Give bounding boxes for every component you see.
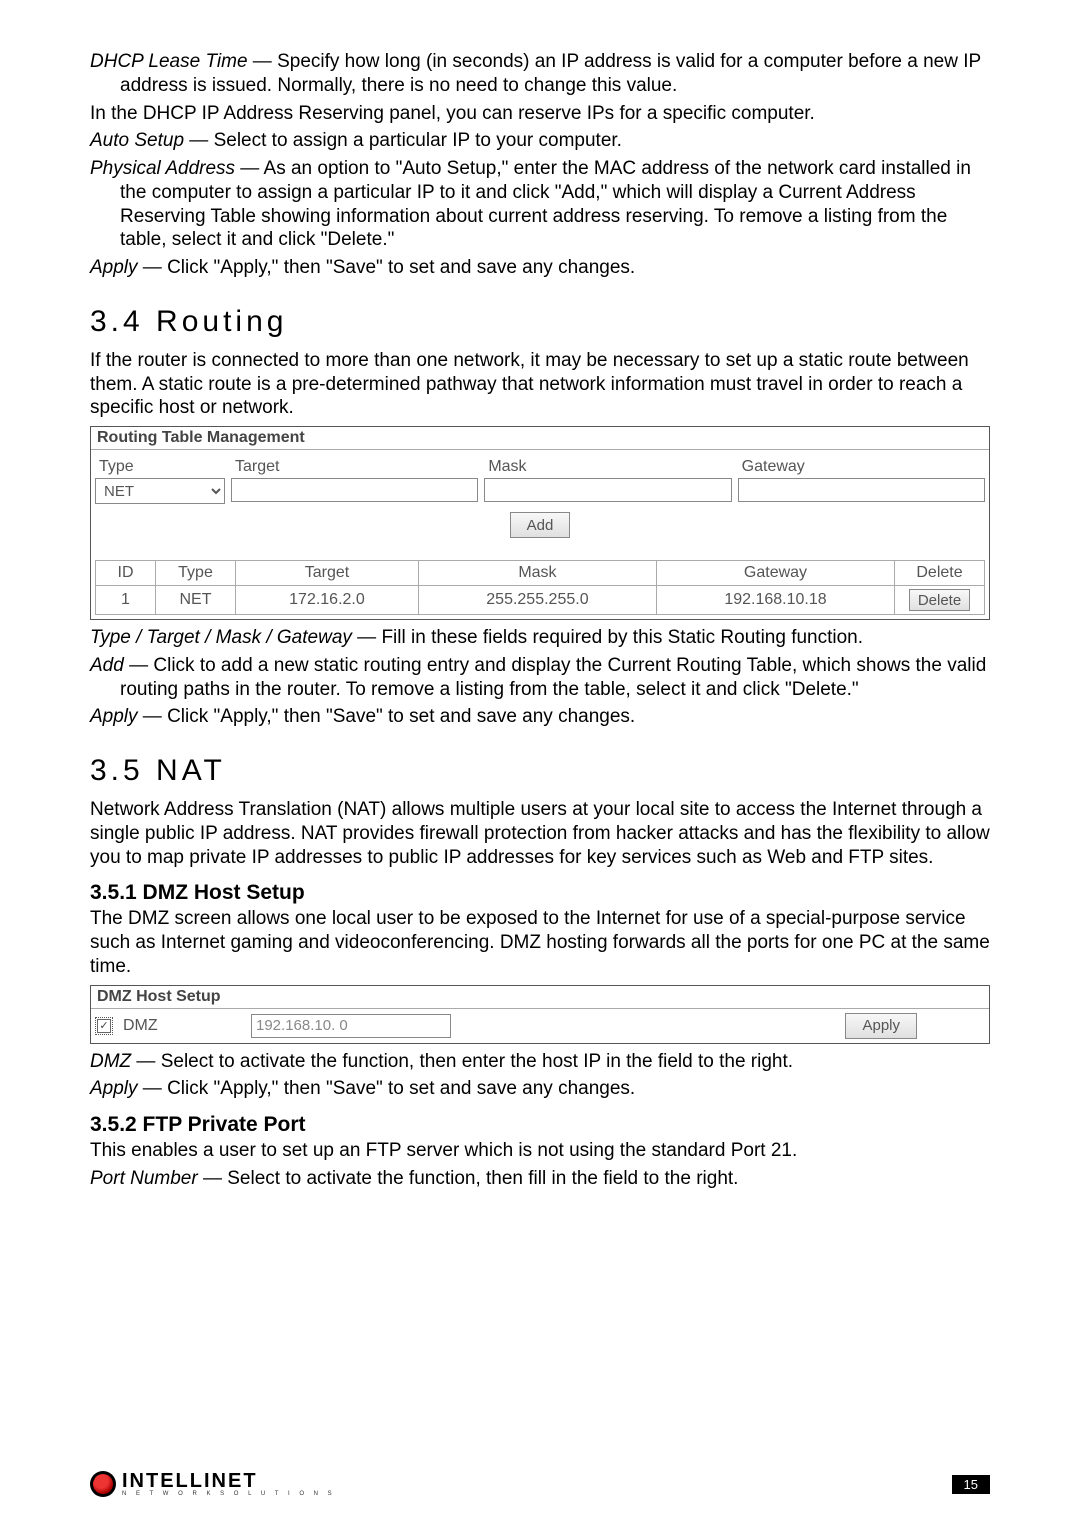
dmz-apply-label: Apply: [90, 1078, 138, 1099]
logo-mark-icon: [90, 1471, 116, 1497]
delete-button[interactable]: Delete: [909, 589, 970, 611]
th-type: Type: [156, 561, 236, 586]
mask-input[interactable]: [484, 478, 731, 502]
cell-type: NET: [156, 586, 236, 615]
routing-types-label: Type / Target / Mask / Gateway: [90, 627, 352, 648]
routing-panel: Routing Table Management Type NET Target…: [90, 426, 990, 620]
dmz-checkbox[interactable]: ✓: [95, 1017, 113, 1035]
dhcp-lease-def: DHCP Lease Time — Specify how long (in s…: [90, 50, 990, 98]
brand-tagline: N E T W O R K S O L U T I O N S: [122, 1491, 336, 1497]
brand-name: INTELLINET: [122, 1471, 336, 1491]
dmz-ip-input[interactable]: [251, 1014, 451, 1038]
mask-label: Mask: [484, 456, 731, 478]
auto-setup-label: Auto Setup: [90, 130, 184, 151]
add-button[interactable]: Add: [510, 512, 571, 538]
page-footer: INTELLINET N E T W O R K S O L U T I O N…: [90, 1471, 990, 1497]
routing-heading: 3.4 Routing: [90, 305, 990, 339]
ftp-heading: 3.5.2 FTP Private Port: [90, 1113, 990, 1137]
type-select[interactable]: NET: [95, 478, 225, 504]
routing-types-text: — Fill in these fields required by this …: [352, 627, 863, 648]
reserving-intro: In the DHCP IP Address Reserving panel, …: [90, 102, 990, 126]
dmz-apply-def: Apply — Click "Apply," then "Save" to se…: [90, 1077, 990, 1101]
nat-heading: 3.5 NAT: [90, 754, 990, 788]
physical-address-text: — As an option to "Auto Setup," enter th…: [120, 158, 971, 250]
th-target: Target: [236, 561, 419, 586]
dmz-checkbox-label: DMZ: [123, 1017, 243, 1035]
gateway-input[interactable]: [738, 478, 985, 502]
routing-add-label: Add: [90, 655, 124, 676]
dmz-def: DMZ — Select to activate the function, t…: [90, 1050, 990, 1074]
routing-add-def: Add — Click to add a new static routing …: [90, 654, 990, 702]
apply-def-1: Apply — Click "Apply," then "Save" to se…: [90, 256, 990, 280]
apply-label-1: Apply: [90, 257, 138, 278]
dmz-def-text: — Select to activate the function, then …: [131, 1051, 793, 1072]
dhcp-lease-label: DHCP Lease Time: [90, 51, 248, 72]
dmz-intro: The DMZ screen allows one local user to …: [90, 907, 990, 978]
dmz-heading: 3.5.1 DMZ Host Setup: [90, 881, 990, 905]
ftp-port-label: Port Number: [90, 1168, 198, 1189]
cell-id: 1: [96, 586, 156, 615]
physical-address-label: Physical Address: [90, 158, 235, 179]
th-gateway: Gateway: [656, 561, 894, 586]
th-id: ID: [96, 561, 156, 586]
routing-apply-def: Apply — Click "Apply," then "Save" to se…: [90, 705, 990, 729]
routing-apply-label: Apply: [90, 706, 138, 727]
apply-text-1: — Click "Apply," then "Save" to set and …: [138, 257, 636, 278]
dmz-panel: DMZ Host Setup ✓ DMZ Apply: [90, 985, 990, 1044]
routing-add-text: — Click to add a new static routing entr…: [120, 655, 986, 700]
routing-input-row: Type NET Target Mask Gateway: [91, 450, 989, 508]
routing-types-def: Type / Target / Mask / Gateway — Fill in…: [90, 626, 990, 650]
dmz-apply-button[interactable]: Apply: [845, 1013, 917, 1039]
ftp-port-text: — Select to activate the function, then …: [198, 1168, 739, 1189]
ftp-intro: This enables a user to set up an FTP ser…: [90, 1139, 990, 1163]
auto-setup-text: — Select to assign a particular IP to yo…: [184, 130, 622, 151]
cell-gateway: 192.168.10.18: [656, 586, 894, 615]
target-label: Target: [231, 456, 478, 478]
cell-mask: 255.255.255.0: [418, 586, 656, 615]
dmz-apply-text: — Click "Apply," then "Save" to set and …: [138, 1078, 636, 1099]
routing-panel-title: Routing Table Management: [91, 427, 989, 450]
cell-target: 172.16.2.0: [236, 586, 419, 615]
target-input[interactable]: [231, 478, 478, 502]
routing-table: ID Type Target Mask Gateway Delete 1 NET…: [95, 560, 985, 615]
type-label: Type: [95, 456, 225, 478]
th-delete: Delete: [895, 561, 985, 586]
page-number: 15: [952, 1475, 990, 1494]
nat-intro: Network Address Translation (NAT) allows…: [90, 798, 990, 869]
brand-logo: INTELLINET N E T W O R K S O L U T I O N…: [90, 1471, 336, 1497]
dhcp-lease-text: — Specify how long (in seconds) an IP ad…: [120, 51, 981, 96]
routing-apply-text: — Click "Apply," then "Save" to set and …: [138, 706, 636, 727]
table-row: 1 NET 172.16.2.0 255.255.255.0 192.168.1…: [96, 586, 985, 615]
dmz-def-label: DMZ: [90, 1051, 131, 1072]
gateway-label: Gateway: [738, 456, 985, 478]
routing-intro: If the router is connected to more than …: [90, 349, 990, 420]
ftp-port-def: Port Number — Select to activate the fun…: [90, 1167, 990, 1191]
auto-setup-def: Auto Setup — Select to assign a particul…: [90, 129, 990, 153]
th-mask: Mask: [418, 561, 656, 586]
physical-address-def: Physical Address — As an option to "Auto…: [90, 157, 990, 252]
dmz-panel-title: DMZ Host Setup: [91, 986, 989, 1009]
